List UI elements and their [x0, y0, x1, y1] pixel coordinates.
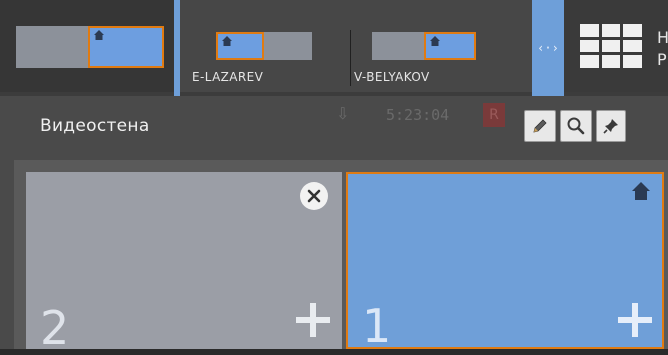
remove-tile-button[interactable] — [300, 182, 328, 210]
videowall-tile-1[interactable]: 1 — [346, 172, 664, 353]
home-icon — [94, 30, 104, 40]
home-icon — [632, 182, 650, 200]
layouts-bar: E-LAZAREV V-BELYAKOV ‹·› H P — [0, 0, 668, 96]
layout-cell — [264, 32, 312, 60]
layout-label-e-lazarev[interactable]: E-LAZAREV — [192, 70, 263, 84]
search-button[interactable] — [560, 110, 592, 142]
add-camera-button[interactable] — [614, 299, 656, 341]
expand-handle[interactable]: ‹·› — [532, 0, 564, 96]
videowall-panel: Видеостена ⇩ 5:23:04 R 2 1 — [14, 96, 668, 355]
add-camera-button[interactable] — [292, 299, 334, 341]
tile-number: 1 — [362, 299, 392, 353]
search-icon — [567, 117, 585, 135]
download-icon: ⇩ — [336, 104, 350, 123]
layout-preview-e-lazarev[interactable] — [216, 32, 312, 60]
grid-icon — [580, 24, 642, 68]
background-time: 5:23:04 — [386, 106, 450, 124]
background-record-badge: R — [483, 103, 505, 127]
divider — [350, 30, 351, 86]
layouts-list: E-LAZAREV V-BELYAKOV — [180, 0, 532, 92]
current-layout-preview — [16, 26, 164, 68]
truncated-label-1: H — [657, 28, 668, 47]
home-icon — [430, 36, 440, 46]
layout-preview-v-belyakov[interactable] — [372, 32, 476, 60]
layout-grid-menu[interactable]: H P — [564, 0, 668, 92]
truncated-label-2: P — [657, 50, 667, 69]
left-edge — [0, 96, 14, 349]
layout-label-v-belyakov[interactable]: V-BELYAKOV — [354, 70, 430, 84]
edit-button[interactable] — [524, 110, 556, 142]
tile-number: 2 — [40, 301, 70, 355]
pin-button[interactable] — [596, 110, 626, 142]
layout-cell-active — [216, 32, 264, 60]
resize-arrows-icon: ‹·› — [537, 41, 559, 55]
current-layout-thumbnail[interactable] — [0, 0, 174, 92]
pencil-icon — [533, 119, 547, 133]
videowall-tile-2[interactable]: 2 — [26, 172, 342, 355]
close-icon — [307, 189, 321, 203]
panel-header: Видеостена ⇩ 5:23:04 R — [14, 96, 668, 160]
layout-cell-active — [424, 32, 476, 60]
panel-title: Видеостена — [40, 116, 150, 136]
layout-cell — [372, 32, 424, 60]
layout-cell-active — [88, 26, 164, 68]
pin-icon — [603, 119, 618, 134]
layout-cell — [16, 26, 88, 68]
home-icon — [222, 36, 232, 46]
